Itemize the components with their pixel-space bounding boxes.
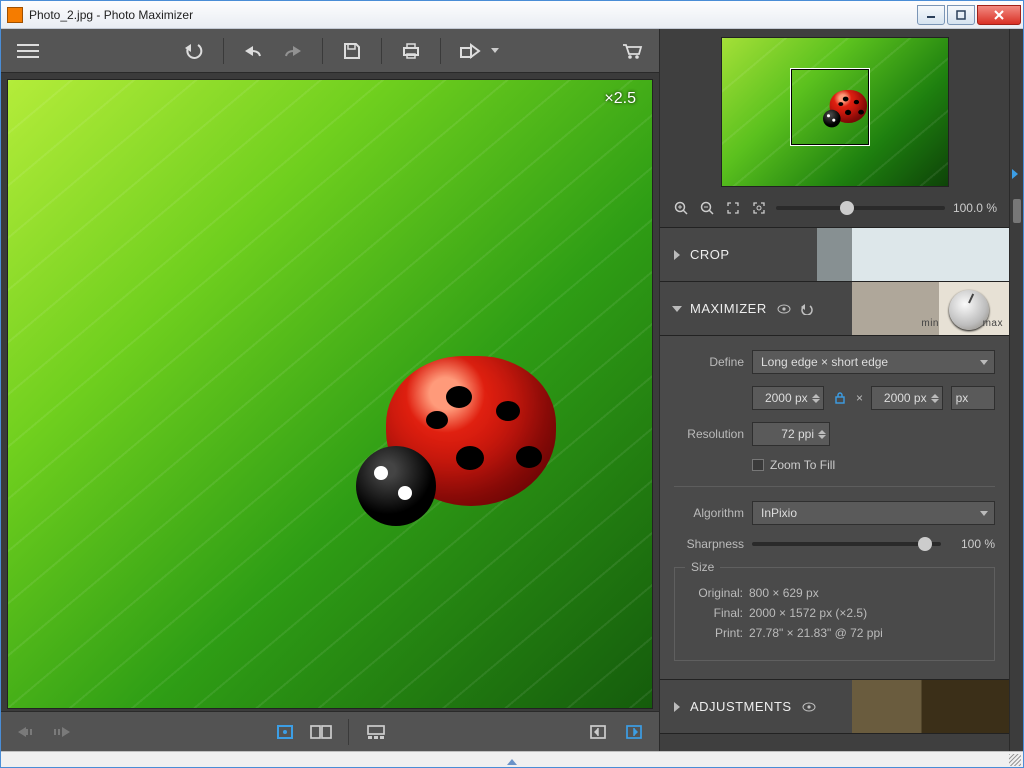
redo-button[interactable] — [276, 36, 310, 66]
right-rail — [1009, 29, 1023, 751]
collapse-panel-button[interactable] — [583, 719, 613, 745]
undo-button[interactable] — [236, 36, 270, 66]
sharpness-label: Sharpness — [674, 537, 744, 551]
view-compare-button[interactable] — [306, 719, 336, 745]
window-resize-grip[interactable] — [1009, 754, 1021, 766]
define-select[interactable]: Long edge × short edge — [752, 350, 995, 374]
eye-icon[interactable] — [802, 702, 816, 712]
unit-select[interactable]: px — [951, 386, 995, 410]
size-original: 800 × 629 px — [749, 586, 819, 600]
sharpness-value: 100 % — [949, 537, 995, 551]
sharpness-slider[interactable] — [752, 542, 941, 546]
view-single-button[interactable] — [270, 719, 300, 745]
panel-crop-header[interactable]: CROP — [660, 228, 1009, 282]
reset-icon[interactable] — [799, 303, 813, 315]
define-label: Define — [674, 355, 744, 369]
menu-button[interactable] — [11, 36, 45, 66]
view-filmstrip-button[interactable] — [361, 719, 391, 745]
chevron-down-icon — [980, 511, 988, 516]
chevron-down-icon — [980, 360, 988, 365]
side-panel: 100.0 % CROP MAXIMIZER min — [659, 29, 1009, 751]
zoom-slider[interactable] — [776, 206, 945, 210]
width-input[interactable]: 2000 px — [752, 386, 824, 410]
navigator-viewport-box[interactable] — [790, 68, 870, 146]
zoom-out-icon[interactable] — [698, 199, 716, 217]
prev-image-button[interactable] — [11, 719, 41, 745]
chevron-right-icon — [674, 702, 680, 712]
zoom-in-icon[interactable] — [672, 199, 690, 217]
app-icon — [7, 7, 23, 23]
algorithm-select[interactable]: InPixio — [752, 501, 995, 525]
height-input[interactable]: 2000 px — [871, 386, 943, 410]
close-button[interactable] — [977, 5, 1021, 25]
window-title: Photo_2.jpg - Photo Maximizer — [29, 8, 915, 22]
minimize-button[interactable] — [917, 5, 945, 25]
panel-maximizer-title: MAXIMIZER — [690, 301, 767, 316]
slider-knob[interactable] — [840, 201, 854, 215]
bottom-toolbar — [1, 711, 659, 751]
slider-knob[interactable] — [918, 537, 932, 551]
cart-button[interactable] — [615, 36, 649, 66]
panel-adjustments-header[interactable]: ADJUSTMENTS — [660, 680, 1009, 734]
save-button[interactable] — [335, 36, 369, 66]
chevron-down-icon — [672, 306, 682, 312]
max-label: max — [983, 318, 1003, 329]
zoom-to-fill-checkbox[interactable]: Zoom To Fill — [752, 458, 835, 472]
status-bar — [1, 751, 1023, 767]
next-image-button[interactable] — [47, 719, 77, 745]
maximize-button[interactable] — [947, 5, 975, 25]
navigator-thumbnail[interactable] — [721, 37, 949, 187]
lock-aspect-icon[interactable] — [832, 389, 848, 407]
rail-grip-icon[interactable] — [1013, 199, 1021, 223]
actual-size-icon[interactable] — [750, 199, 768, 217]
resolution-input[interactable]: 72 ppi — [752, 422, 830, 446]
top-toolbar — [1, 29, 659, 73]
algorithm-label: Algorithm — [674, 506, 744, 520]
panel-maximizer-body: Define Long edge × short edge 2000 px × … — [660, 336, 1009, 680]
title-bar: Photo_2.jpg - Photo Maximizer — [1, 1, 1023, 29]
dim-separator: × — [856, 391, 863, 405]
canvas[interactable]: ×2.5 — [1, 73, 659, 711]
size-final: 2000 × 1572 px (×2.5) — [749, 606, 867, 620]
min-label: min — [921, 318, 939, 329]
size-legend: Size — [685, 560, 720, 574]
share-button[interactable] — [453, 36, 487, 66]
zoom-factor-label: ×2.5 — [604, 90, 636, 108]
resize-handle-icon[interactable] — [507, 759, 517, 765]
chevron-right-icon — [674, 250, 680, 260]
eye-icon[interactable] — [777, 304, 791, 314]
revert-button[interactable] — [177, 36, 211, 66]
define-value: Long edge × short edge — [761, 355, 888, 369]
size-fieldset: Size Original:800 × 629 px Final:2000 × … — [674, 567, 995, 661]
panel-maximizer-header[interactable]: MAXIMIZER min max — [660, 282, 1009, 336]
panel-crop-title: CROP — [690, 247, 730, 262]
zoom-percent-label: 100.0 % — [953, 201, 997, 215]
resolution-label: Resolution — [674, 427, 744, 441]
print-button[interactable] — [394, 36, 428, 66]
expand-panel-button[interactable] — [619, 719, 649, 745]
size-print: 27.78" × 21.83" @ 72 ppi — [749, 626, 883, 640]
subject-ladybug — [356, 356, 576, 536]
fit-screen-icon[interactable] — [724, 199, 742, 217]
rail-expand-icon[interactable] — [1012, 169, 1022, 179]
chevron-down-icon — [491, 48, 499, 53]
panel-adjustments-title: ADJUSTMENTS — [690, 699, 792, 714]
